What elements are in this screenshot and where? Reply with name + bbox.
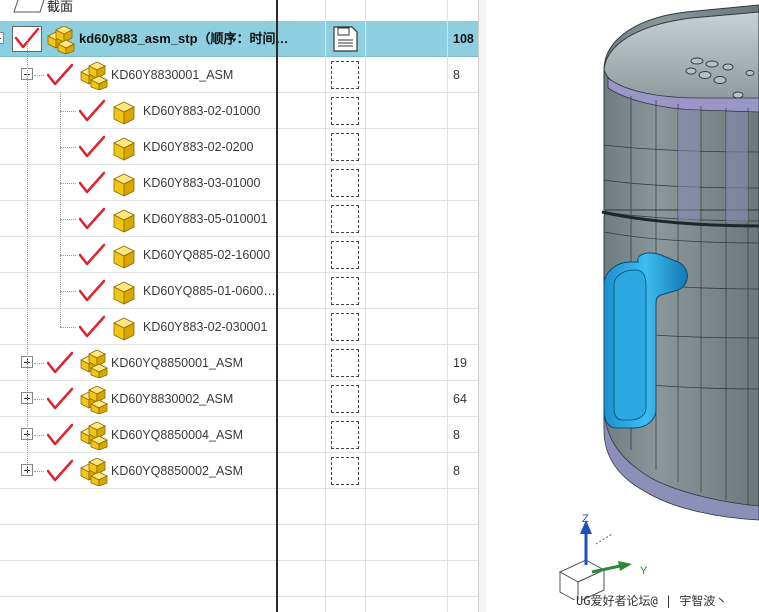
tree-connector-line bbox=[60, 147, 76, 148]
placeholder-slot[interactable] bbox=[331, 385, 359, 413]
tree-row-subassembly[interactable]: KD60YQ8850004_ASM 8 bbox=[0, 417, 478, 453]
tree-row-count: 19 bbox=[453, 356, 467, 370]
tree-row-name: KD60Y883-02-01000 bbox=[143, 104, 261, 118]
placeholder-slot[interactable] bbox=[331, 421, 359, 449]
component-icon bbox=[108, 134, 140, 162]
empty-row bbox=[0, 561, 478, 597]
component-icon bbox=[108, 206, 140, 234]
component-icon bbox=[108, 242, 140, 270]
assembly-icon bbox=[77, 61, 109, 91]
tree-connector-line bbox=[34, 75, 44, 76]
tree-connector-line bbox=[34, 471, 44, 472]
triad-z-label: Z bbox=[582, 513, 589, 525]
checkmark-icon[interactable] bbox=[77, 279, 107, 305]
component-icon bbox=[108, 98, 140, 126]
save-icon[interactable] bbox=[331, 25, 359, 53]
column-divider bbox=[365, 0, 366, 612]
checkmark-icon[interactable] bbox=[45, 387, 75, 413]
tree-row-name: KD60Y883-02-0200 bbox=[143, 140, 254, 154]
tree-connector-line bbox=[60, 255, 76, 256]
column-divider bbox=[447, 0, 448, 612]
placeholder-slot[interactable] bbox=[331, 457, 359, 485]
tree-row-name: KD60Y8830001_ASM bbox=[111, 68, 234, 82]
section-icon bbox=[13, 0, 45, 13]
tree-row-count: 8 bbox=[453, 464, 460, 478]
tree-connector-line bbox=[60, 291, 76, 292]
checkmark-icon[interactable] bbox=[45, 459, 75, 485]
placeholder-slot[interactable] bbox=[331, 277, 359, 305]
tree-row-name: KD60YQ885-01-0600… bbox=[143, 284, 276, 298]
tree-connector-line bbox=[34, 363, 44, 364]
component-icon bbox=[108, 314, 140, 342]
checkmark-icon[interactable] bbox=[45, 63, 75, 89]
tree-row-name: kd60y883_asm_stp（顺序：时间… bbox=[79, 31, 289, 46]
tree-row-name: KD60Y8830002_ASM bbox=[111, 392, 234, 406]
tree-connector-line bbox=[60, 111, 76, 112]
checkmark-icon[interactable] bbox=[77, 315, 107, 341]
tree-row-subassembly[interactable]: KD60YQ8850002_ASM 8 bbox=[0, 453, 478, 489]
tree-row-name: KD60YQ8850001_ASM bbox=[111, 356, 244, 370]
pane-splitter[interactable] bbox=[478, 0, 486, 612]
placeholder-slot[interactable] bbox=[331, 169, 359, 197]
checkmark-icon[interactable] bbox=[45, 423, 75, 449]
graphics-viewport[interactable]: Z Y bbox=[486, 0, 759, 612]
component-icon bbox=[108, 278, 140, 306]
assembly-icon bbox=[77, 421, 109, 451]
column-divider[interactable] bbox=[276, 0, 278, 612]
assembly-navigator: 截面 kd60y883_asm_stp（顺序：时间… 108 KD60Y8830… bbox=[0, 0, 478, 612]
tree-row-count: 108 bbox=[453, 32, 474, 46]
expander-minus-icon[interactable] bbox=[0, 32, 4, 44]
assembly-icon bbox=[47, 26, 75, 54]
tree-row-name: KD60Y883-02-030001 bbox=[143, 320, 268, 334]
section-row-partial[interactable]: 截面 bbox=[0, 0, 478, 18]
tree-connector-line bbox=[34, 435, 44, 436]
empty-row bbox=[0, 525, 478, 561]
tree-connector-line bbox=[60, 219, 76, 220]
placeholder-slot[interactable] bbox=[331, 313, 359, 341]
placeholder-slot[interactable] bbox=[331, 241, 359, 269]
assembly-icon bbox=[77, 385, 109, 415]
empty-row bbox=[0, 489, 478, 525]
column-divider bbox=[325, 0, 326, 612]
checkmark-icon[interactable] bbox=[77, 135, 107, 161]
placeholder-slot[interactable] bbox=[331, 205, 359, 233]
watermark-text: UG爱好者论坛@ | 宇智波丶 bbox=[576, 594, 728, 608]
assembly-icon bbox=[77, 349, 109, 379]
placeholder-slot[interactable] bbox=[331, 61, 359, 89]
tree-row-name: KD60YQ885-02-16000 bbox=[143, 248, 271, 262]
coordinate-triad-icon bbox=[558, 520, 632, 600]
placeholder-slot[interactable] bbox=[331, 349, 359, 377]
placeholder-slot[interactable] bbox=[331, 133, 359, 161]
checkmark-icon[interactable] bbox=[45, 351, 75, 377]
checkmark-icon[interactable] bbox=[77, 99, 107, 125]
checkmark-icon[interactable] bbox=[77, 171, 107, 197]
tree-row-name: KD60Y883-03-01000 bbox=[143, 176, 261, 190]
tree-connector-line bbox=[27, 40, 28, 471]
component-icon bbox=[108, 170, 140, 198]
placeholder-slot[interactable] bbox=[331, 97, 359, 125]
section-label: 截面 bbox=[47, 0, 74, 14]
checkmark-icon[interactable] bbox=[77, 207, 107, 233]
tree-row-name: KD60Y883-05-010001 bbox=[143, 212, 268, 226]
tree-connector-line bbox=[60, 327, 76, 328]
assembly-icon bbox=[77, 457, 109, 487]
tree-row-subassembly[interactable]: KD60YQ8850001_ASM 19 bbox=[0, 345, 478, 381]
tree-connector-line bbox=[34, 399, 44, 400]
checkmark-icon[interactable] bbox=[77, 243, 107, 269]
tree-row-count: 8 bbox=[453, 428, 460, 442]
tree-connector-line bbox=[60, 183, 76, 184]
tree-row-name: KD60YQ8850002_ASM bbox=[111, 464, 244, 478]
triad-y-label: Y bbox=[640, 565, 648, 577]
tree-row-root[interactable]: kd60y883_asm_stp（顺序：时间… 108 bbox=[0, 21, 478, 57]
tree-row-count: 8 bbox=[453, 68, 460, 82]
tree-row-name: KD60YQ8850004_ASM bbox=[111, 428, 244, 442]
tree-row-subassembly[interactable]: KD60Y8830001_ASM 8 bbox=[0, 57, 478, 93]
tree-row-subassembly[interactable]: KD60Y8830002_ASM 64 bbox=[0, 381, 478, 417]
tree-row-count: 64 bbox=[453, 392, 467, 406]
